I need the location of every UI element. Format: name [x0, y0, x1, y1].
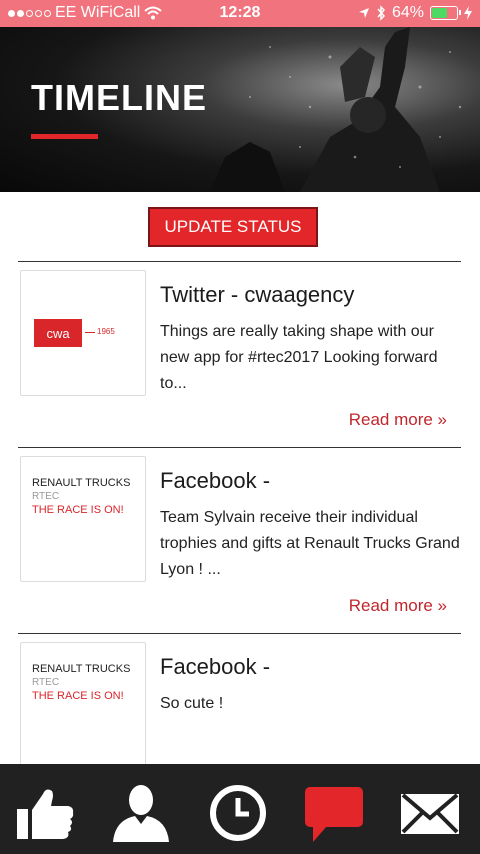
- item-title[interactable]: Twitter - cwaagency: [160, 282, 354, 308]
- battery-level: [432, 8, 448, 18]
- item-title[interactable]: Facebook -: [160, 468, 270, 494]
- battery-percent: 64%: [391, 4, 424, 21]
- logo-suffix: 1965: [97, 327, 115, 336]
- profile-icon[interactable]: [110, 782, 172, 844]
- item-thumbnail[interactable]: cwa 1965: [20, 270, 146, 396]
- thumbs-up-icon[interactable]: [15, 782, 77, 844]
- item-thumbnail[interactable]: RENAULT TRUCKS RTEC THE RACE IS ON!: [20, 456, 146, 582]
- item-text: Team Sylvain receive their individual tr…: [160, 509, 460, 578]
- cwa-logo: cwa: [34, 319, 82, 347]
- update-status-button[interactable]: UPDATE STATUS: [148, 207, 318, 247]
- status-bar: EE WiFiCall 12:28 64%: [0, 0, 480, 27]
- read-more-link[interactable]: Read more »: [349, 596, 447, 616]
- renault-tagline: THE RACE IS ON!: [32, 690, 124, 702]
- renault-name: RENAULT TRUCKS: [32, 663, 131, 675]
- title-underline: [31, 134, 98, 139]
- bluetooth-icon: [377, 5, 385, 21]
- logo-line: [85, 332, 95, 333]
- bottom-nav: [0, 764, 480, 854]
- mail-icon[interactable]: [399, 782, 461, 844]
- timeline-item[interactable]: RENAULT TRUCKS RTEC THE RACE IS ON! Face…: [0, 448, 480, 633]
- location-arrow-icon: [358, 8, 369, 18]
- clock-icon[interactable]: [207, 782, 269, 844]
- item-thumbnail[interactable]: RENAULT TRUCKS RTEC THE RACE IS ON!: [20, 642, 146, 768]
- renault-sub: RTEC: [32, 491, 60, 502]
- renault-name: RENAULT TRUCKS: [32, 477, 131, 489]
- item-text: So cute !: [160, 695, 224, 712]
- status-right: 64%: [358, 4, 472, 22]
- item-text: Things are really taking shape with our …: [160, 323, 438, 392]
- page-title: TIMELINE: [31, 77, 207, 118]
- charging-icon: [464, 6, 472, 20]
- item-title[interactable]: Facebook -: [160, 654, 270, 680]
- read-more-link[interactable]: Read more »: [349, 410, 447, 430]
- timeline-item[interactable]: cwa 1965 Twitter - cwaagency Things are …: [0, 262, 480, 447]
- renault-sub: RTEC: [32, 677, 60, 688]
- chat-icon[interactable]: [303, 782, 365, 844]
- battery-icon: [430, 6, 461, 20]
- header-banner: TIMELINE: [0, 27, 480, 192]
- renault-tagline: THE RACE IS ON!: [32, 504, 124, 516]
